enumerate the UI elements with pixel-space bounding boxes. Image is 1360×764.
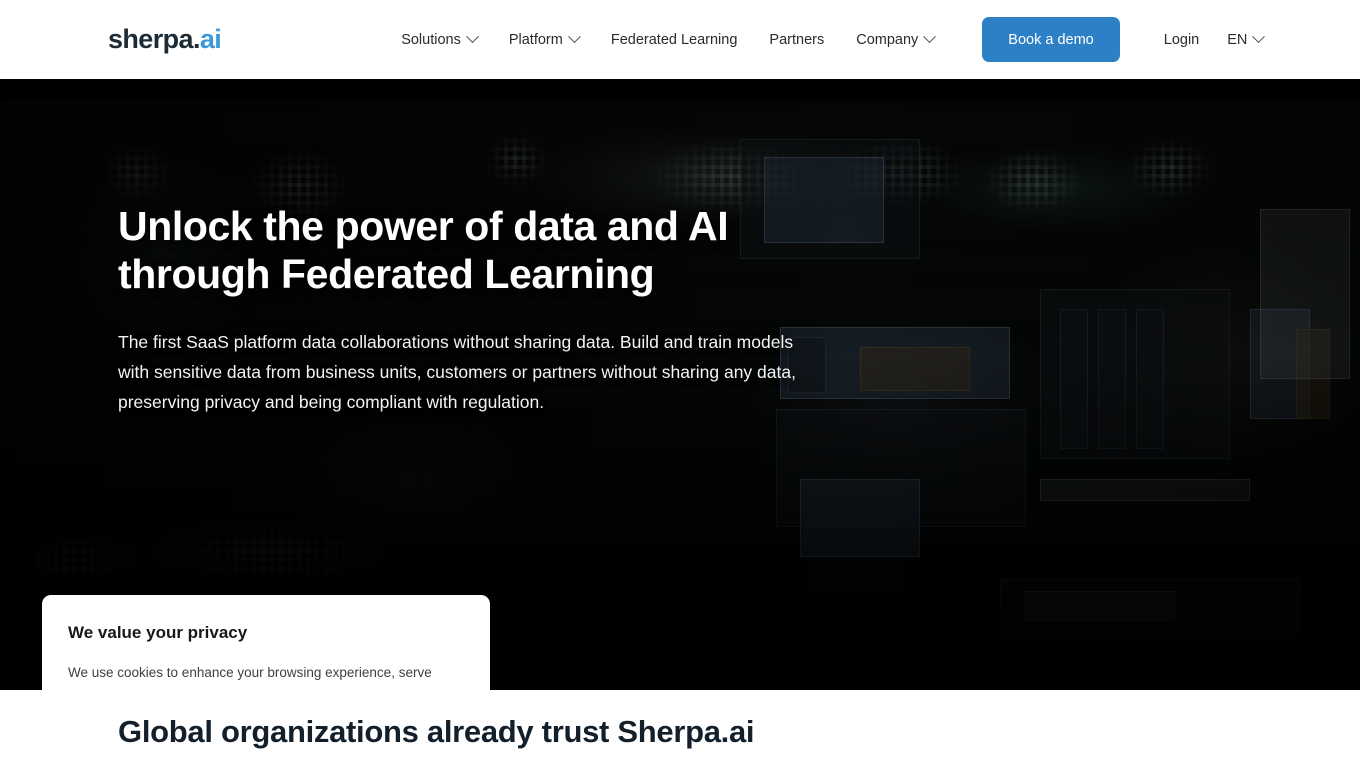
logo-dot: . — [192, 24, 200, 54]
trusted-by-title: Global organizations already trust Sherp… — [118, 714, 755, 749]
logo-word: sherpa — [108, 24, 194, 54]
nav-item-label: Federated Learning — [610, 31, 738, 48]
chevron-down-icon — [1252, 30, 1266, 44]
hero-content: Unlock the power of data and AI through … — [0, 79, 810, 417]
nav-item-solutions[interactable]: Solutions — [385, 20, 493, 60]
site-header: sherpa.ai Solutions Platform Federated L… — [0, 0, 1360, 79]
site-logo[interactable]: sherpa.ai — [108, 24, 222, 54]
cookie-dialog-title: We value your privacy — [68, 623, 248, 642]
nav-item-federated-learning[interactable]: Federated Learning — [595, 20, 754, 60]
nav-item-company[interactable]: Company — [840, 20, 950, 60]
chevron-down-icon — [923, 30, 937, 44]
nav-item-label: Partners — [769, 31, 825, 48]
nav-item-label: Company — [856, 31, 919, 48]
cookie-dialog-body: We use cookies to enhance your browsing … — [68, 665, 445, 690]
cookie-consent-dialog: We value your privacy We use cookies to … — [42, 595, 490, 690]
language-selector[interactable]: EN — [1213, 30, 1277, 48]
login-link[interactable]: Login — [1150, 32, 1213, 48]
header-right-group: Login EN — [1150, 30, 1278, 48]
logo-ai: ai — [199, 24, 222, 54]
nav-item-partners[interactable]: Partners — [753, 20, 840, 60]
book-a-demo-button[interactable]: Book a demo — [982, 17, 1120, 62]
nav-item-label: Platform — [508, 31, 563, 48]
hero-subtitle: The first SaaS platform data collaborati… — [118, 331, 796, 413]
hero-section: Unlock the power of data and AI through … — [0, 79, 1360, 690]
main-navigation: Solutions Platform Federated Learning Pa… — [385, 17, 1277, 62]
nav-item-label: Solutions — [401, 31, 461, 48]
trusted-by-section: Global organizations already trust Sherp… — [0, 690, 1360, 764]
chevron-down-icon — [465, 30, 479, 44]
nav-item-platform[interactable]: Platform — [493, 20, 595, 60]
chevron-down-icon — [567, 30, 581, 44]
hero-title: Unlock the power of data and AI through … — [118, 203, 729, 297]
language-selector-label: EN — [1227, 31, 1248, 48]
